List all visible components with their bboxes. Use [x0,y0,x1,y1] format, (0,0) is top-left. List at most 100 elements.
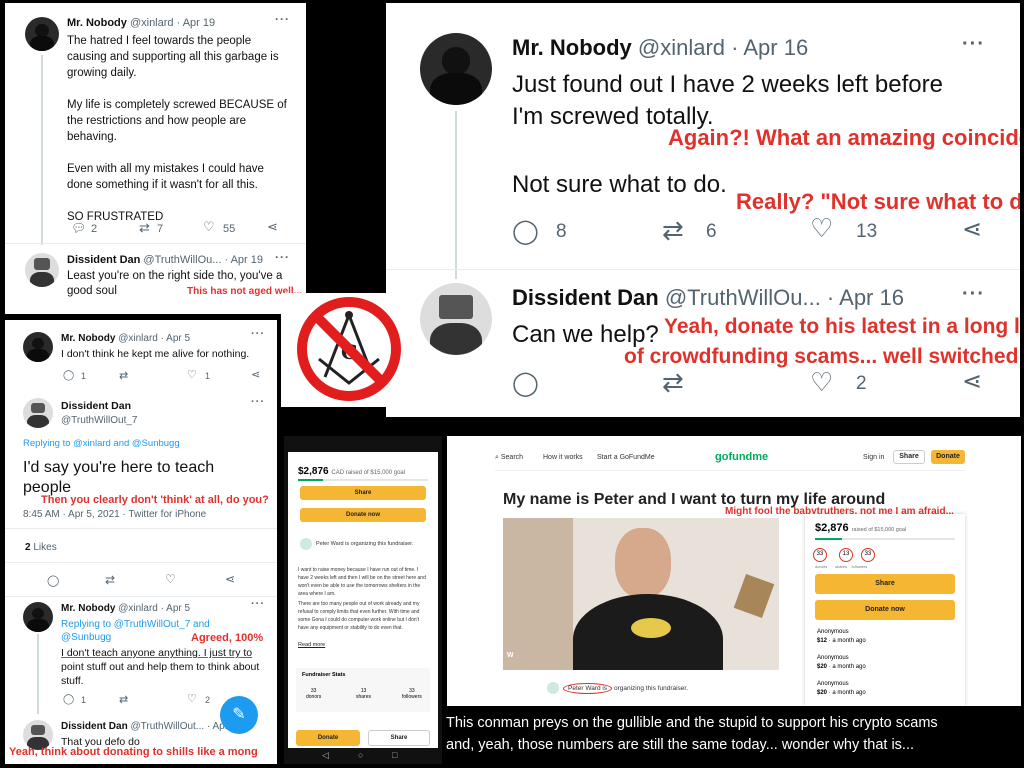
more-icon[interactable]: ··· [251,598,265,610]
reply-author-name[interactable]: Dissident Dan [61,721,128,732]
reply-more-icon[interactable]: ··· [275,250,290,264]
share-icon[interactable]: ⋖ [962,367,982,396]
mr-nobody-avatar[interactable] [23,602,53,632]
annotation-crowdfunding-1: Yeah, donate to his latest in a long lin… [664,315,1020,338]
tweet-body: The hatred I feel towards the people caus… [67,35,287,223]
batman-logo-icon [631,618,671,638]
share-icon[interactable]: ⋖ [962,215,982,244]
sign-in-link[interactable]: Sign in [863,454,884,461]
read-more-link[interactable]: Read more [298,642,325,648]
retweet-count: 6 [706,221,717,242]
like-icon[interactable]: ♡ [203,219,215,235]
recents-icon[interactable]: □ [392,750,397,760]
share-button-bottom[interactable]: Share [368,730,430,746]
like-icon[interactable]: ♡ [810,367,833,398]
mr-nobody-avatar[interactable] [23,332,53,362]
share-icon[interactable]: ⋖ [267,219,278,235]
like-count: 13 [856,221,878,242]
author-name[interactable]: Mr. Nobody [61,603,115,614]
tweet-line-3: Not sure what to do. [512,171,727,198]
author-handle: @xinlard · Apr 5 [118,333,191,344]
reply-icon[interactable]: ◯ [63,370,74,381]
search-icon[interactable]: ⌕ [495,454,499,461]
start-gofundme-link[interactable]: Start a GoFundMe [597,454,655,461]
share-button-header[interactable]: Share [893,450,925,464]
reply-icon[interactable]: 💬︎ [71,221,86,235]
back-icon[interactable]: ◁ [322,750,329,761]
campaign-video[interactable]: W [503,518,779,670]
share-icon[interactable]: ⋖ [225,572,235,586]
author-name[interactable]: Mr. Nobody [61,333,115,344]
dissident-dan-avatar[interactable] [25,253,59,287]
reply-author-handle: @TruthWillOu... · Apr 19 [143,254,263,266]
likes-stat[interactable]: 2 Likes [25,542,57,553]
like-icon[interactable]: ♡ [187,692,197,705]
story-para-1: I want to raise money because I have run… [298,567,426,597]
like-icon[interactable]: ♡ [165,572,176,586]
how-it-works-menu[interactable]: How it works [543,454,583,461]
tweet-meta: 8:45 AM · Apr 5, 2021 · Twitter for iPho… [23,509,207,520]
retweet-icon[interactable]: ⇄ [105,573,115,587]
person-head [615,528,671,598]
mr-nobody-avatar[interactable] [420,33,492,105]
donate-button[interactable]: Donate [296,730,360,746]
tweet-line-1: Just found out I have 2 weeks left befor… [512,71,943,98]
replying-to[interactable]: Replying to @TruthWillOut_7 and @Sunbugg [61,618,210,644]
donate-now-button[interactable]: Donate now [300,508,426,522]
dissident-dan-avatar[interactable] [23,398,53,428]
reply-icon[interactable]: ◯ [512,369,539,398]
donate-button-header[interactable]: Donate [931,450,965,464]
reply-author-name[interactable]: Dissident Dan [67,254,140,266]
replying-to[interactable]: Replying to @xinlard and @Sunbugg [23,438,180,449]
like-count: 2 [205,695,211,705]
reply-icon[interactable]: ◯ [47,574,59,587]
retweet-icon[interactable]: ⇄ [662,215,684,246]
reply-author-handle: @TruthWillOut_7 [61,415,138,426]
gofundme-logo[interactable]: gofundme [715,451,768,463]
reply-more-icon[interactable]: ··· [962,283,985,306]
reply-count: 2 [91,223,98,235]
more-icon[interactable]: ··· [251,328,265,340]
gofundme-mobile-panel: $2,876 CAD raised of $15,000 goal Share … [284,436,442,764]
retweet-icon[interactable]: ⇄ [139,220,150,236]
compose-fab[interactable]: ✎ [220,696,258,734]
share-button[interactable]: Share [815,574,955,594]
retweet-icon[interactable]: ⇄ [119,693,128,706]
stat-followers: 33 followers [402,688,422,700]
dissident-dan-avatar[interactable] [420,283,492,355]
retweet-icon[interactable]: ⇄ [119,369,128,382]
author-name[interactable]: Mr. Nobody [67,17,127,29]
organizer-icon [547,682,559,694]
story-para-2: There are too many people out of work al… [298,601,420,631]
share-button[interactable]: Share [300,486,426,500]
donate-now-button[interactable]: Donate now [815,600,955,620]
reply-author-handle: @TruthWillOu... · Apr 16 [664,285,904,310]
annotation-think: Then you clearly don't 'think' at all, d… [41,494,269,506]
reply-author-name[interactable]: Dissident Dan [61,400,131,412]
reply-icon[interactable]: ◯ [512,217,539,246]
author-handle: @xinlard · Apr 5 [118,603,191,614]
like-icon[interactable]: ♡ [187,368,197,381]
stat-followers: 33 [861,548,875,562]
search-link[interactable]: Search [501,454,523,461]
tweet-body: I don't teach anyone anything. I just tr… [61,647,260,687]
reply-icon[interactable]: ◯ [63,694,74,705]
home-icon[interactable]: ○ [358,750,363,760]
stat-donors: 33 [813,548,827,562]
author-handle: @xinlard · Apr 19 [129,17,216,29]
stats-title: Fundraiser Stats [302,672,346,678]
organizer-line: Peter Ward is organizing this fundraiser… [563,683,688,694]
retweet-icon[interactable]: ⇄ [662,367,684,398]
author-name[interactable]: Mr. Nobody [512,35,632,60]
reply-author-name[interactable]: Dissident Dan [512,285,659,310]
no-symbol-panel: G [281,293,417,407]
share-icon[interactable]: ⋖ [251,368,260,381]
more-icon[interactable]: ··· [275,12,290,26]
more-icon[interactable]: ··· [962,33,985,56]
mr-nobody-avatar[interactable] [25,17,59,51]
tweet-panel-two-weeks: Mr. Nobody @xinlard · Apr 16 ··· Just fo… [386,3,1020,417]
progress-fill [298,479,323,481]
reply-more-icon[interactable]: ··· [251,396,265,408]
like-icon[interactable]: ♡ [810,213,833,244]
retweet-count: 7 [157,223,164,235]
